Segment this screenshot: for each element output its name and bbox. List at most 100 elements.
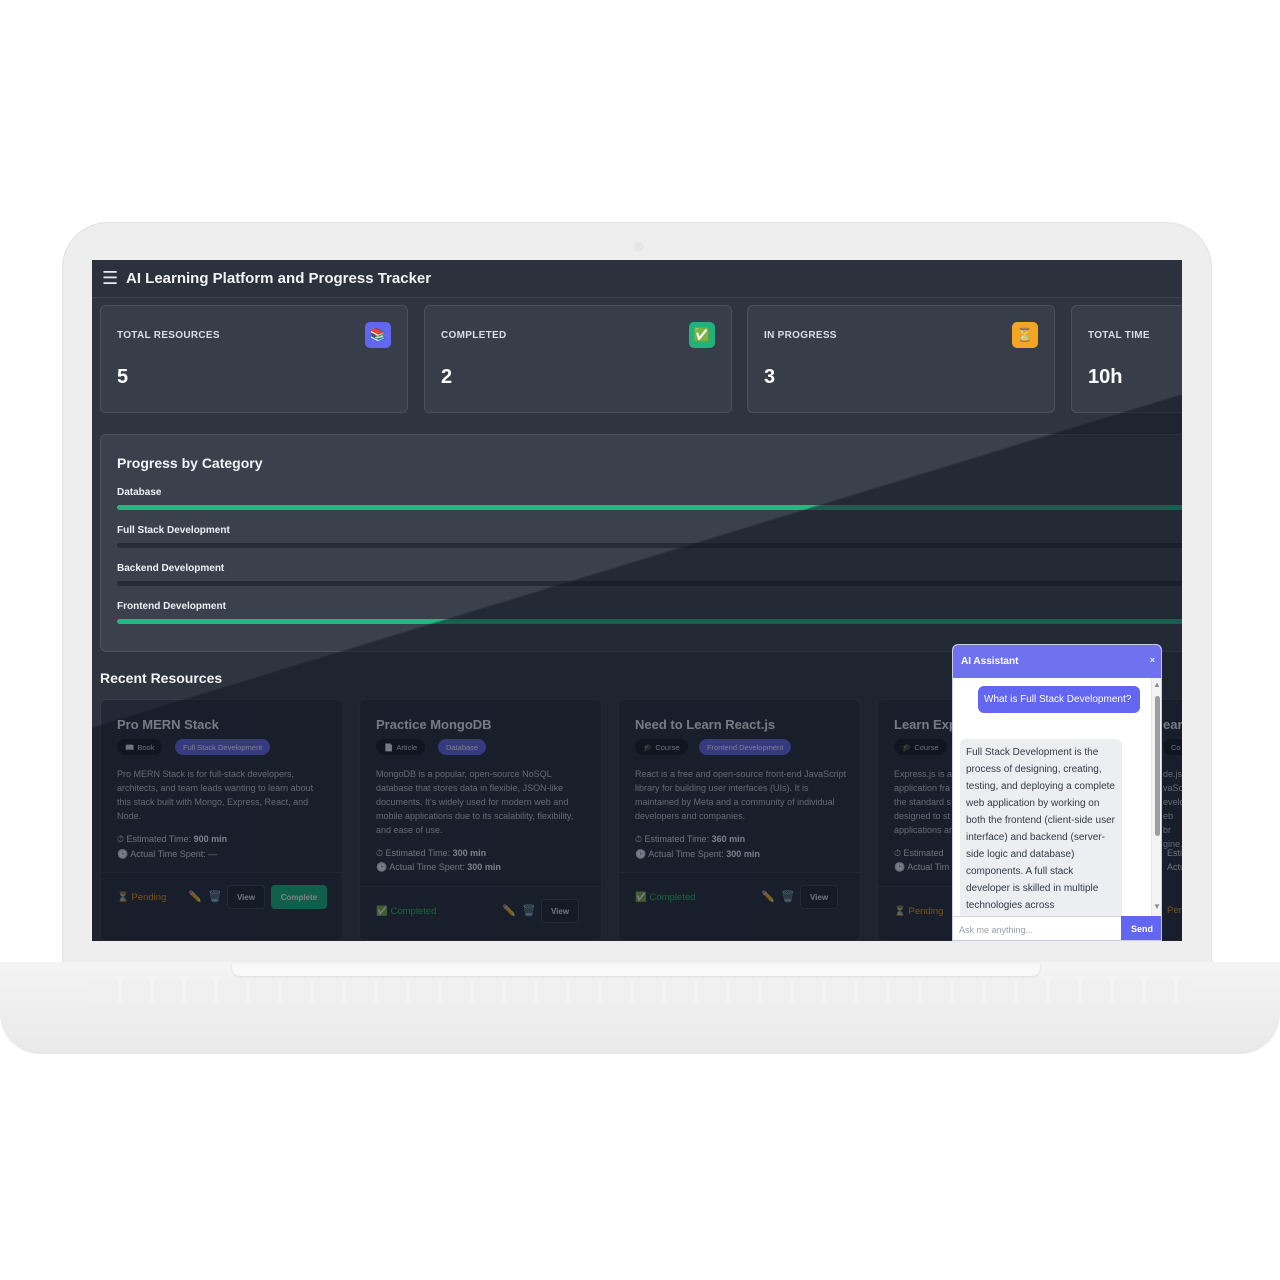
type-tag-label: Course — [655, 742, 680, 752]
app-title: AI Learning Platform and Progress Tracke… — [126, 270, 432, 287]
assistant-header: AI Assistant × — [953, 645, 1161, 678]
clock-icon: 🕒 — [117, 849, 129, 859]
assistant-input[interactable] — [953, 916, 1121, 940]
stat-value: 2 — [441, 366, 453, 388]
edit-icon[interactable]: ✏️ — [761, 890, 775, 903]
status-badge: Per — [1167, 905, 1182, 916]
category-label-backend: Backend Development — [117, 563, 225, 574]
delete-icon[interactable]: 🗑️ — [781, 890, 795, 903]
graduation-cap-icon: 🎓 — [643, 742, 653, 752]
card-description: de.js vaScri evelo eb br gine. — [1163, 769, 1182, 849]
meta-value: 360 min — [711, 834, 746, 844]
assistant-message: Full Stack Development is the process of… — [960, 739, 1122, 916]
view-button[interactable]: View — [541, 899, 579, 923]
status-label: Pending — [908, 906, 944, 917]
stat-card-in-progress: IN PROGRESS ⏳ 3 — [747, 305, 1055, 413]
meta-label: Actual Time Spent: — [130, 849, 206, 859]
ai-assistant-panel: AI Assistant × What is Full Stack Develo… — [952, 644, 1162, 941]
meta-value: 300 min — [726, 849, 760, 859]
type-tag: 🎓 Course — [635, 739, 688, 755]
stat-label: COMPLETED — [441, 330, 507, 341]
scroll-thumb[interactable] — [1155, 696, 1160, 836]
check-icon: ✅ — [376, 906, 388, 917]
category-label-frontend: Frontend Development — [117, 601, 226, 612]
laptop-hinge — [232, 964, 1040, 976]
check-icon: ✅ — [635, 892, 647, 903]
type-tag: Co — [1163, 739, 1182, 755]
card-description: Express.js is a application fra the stan… — [894, 769, 953, 835]
status-badge: ⏳ Pending — [117, 892, 166, 903]
book-icon: 📖 — [125, 742, 135, 752]
type-tag-label: Article — [396, 742, 418, 752]
complete-button[interactable]: Complete — [271, 885, 327, 909]
stat-label: IN PROGRESS — [764, 330, 837, 341]
status-label: Pending — [131, 892, 167, 903]
stopwatch-icon: ⏱ — [635, 834, 643, 844]
status-badge: ⏳ Pending — [894, 906, 943, 917]
hourglass-icon: ⏳ — [1012, 322, 1038, 348]
resource-card: Practice MongoDB 📄 Article Database Mongo… — [359, 699, 602, 941]
scroll-up-icon[interactable]: ▲ — [1153, 680, 1161, 689]
books-icon: 📚 — [365, 322, 391, 348]
edit-icon[interactable]: ✏️ — [188, 890, 202, 903]
document-icon: 📄 — [384, 742, 394, 752]
type-tag-label: Course — [914, 742, 939, 752]
assistant-title: AI Assistant — [961, 656, 1019, 667]
delete-icon[interactable]: 🗑️ — [522, 904, 536, 917]
messages-scrollbar[interactable]: ▲ ▼ — [1151, 678, 1161, 916]
panel-title: Progress by Category — [117, 455, 263, 471]
clock-icon: 🕒 — [894, 862, 906, 872]
stat-card-completed: COMPLETED ✅ 2 — [424, 305, 732, 413]
hamburger-icon[interactable]: ☰ — [102, 268, 124, 289]
delete-icon[interactable]: 🗑️ — [208, 890, 222, 903]
type-tag: 📖 Book — [117, 739, 163, 755]
category-fill — [117, 505, 1182, 510]
category-tag: Full Stack Development — [175, 739, 271, 755]
recent-resources-title: Recent Resources — [100, 670, 223, 686]
view-button[interactable]: View — [227, 885, 265, 909]
meta-label: Estimated Time: — [644, 834, 710, 844]
card-description: MongoDB is a popular, open-source NoSQL … — [376, 769, 574, 835]
resource-card: Pro MERN Stack 📖 Book Full Stack Developm… — [100, 699, 343, 941]
actual-time: 🕒 Actual Time Spent: 300 min — [635, 849, 760, 860]
stopwatch-icon: ⏱ — [894, 848, 902, 858]
status-label: Completed — [649, 892, 696, 903]
actual-time: 🕒 Actual Time Spent: 300 min — [376, 862, 501, 873]
stat-label: TOTAL TIME — [1088, 330, 1150, 341]
scroll-down-icon[interactable]: ▼ — [1153, 902, 1161, 911]
estimated-time: Esti — [1167, 848, 1182, 858]
meta-label: Actual Time Spent: — [389, 862, 465, 872]
category-track-backend — [117, 581, 1182, 586]
graduation-cap-icon: 🎓 — [902, 742, 912, 752]
meta-value: 900 min — [193, 834, 228, 844]
category-label-full-stack: Full Stack Development — [117, 525, 230, 536]
top-bar: ☰ AI Learning Platform and Progress Trac… — [92, 260, 1182, 298]
close-icon[interactable]: × — [1150, 655, 1155, 665]
status-badge: ✅ Completed — [376, 906, 436, 917]
meta-value: 300 min — [452, 848, 487, 858]
meta-label: Estimated Time: — [385, 848, 451, 858]
type-tag: 📄 Article — [376, 739, 426, 755]
actual-time: 🕒 Actual Time Spent: — — [117, 849, 217, 860]
actual-time: 🕒 Actual Tim — [894, 862, 949, 873]
category-track-frontend — [117, 619, 1182, 624]
meta-label: Estimated — [903, 848, 944, 858]
meta-value: — — [208, 849, 218, 859]
hourglass-icon: ⏳ — [117, 892, 129, 903]
type-tag: 🎓 Course — [894, 739, 947, 755]
stat-card-total-resources: TOTAL RESOURCES 📚 5 — [100, 305, 408, 413]
stopwatch-icon: ⏱ — [376, 848, 384, 858]
resource-card: Need to Learn React.js 🎓 Course Frontend … — [618, 699, 861, 941]
meta-value: 300 min — [467, 862, 501, 872]
estimated-time: ⏱ Estimated Time: 360 min — [635, 834, 745, 845]
edit-icon[interactable]: ✏️ — [502, 904, 516, 917]
card-title: Pro MERN Stack — [117, 717, 219, 732]
category-tag: Database — [438, 739, 487, 755]
send-button[interactable]: Send — [1121, 916, 1161, 940]
meta-label: Actual Tim — [907, 862, 950, 872]
card-footer: ⏳ Pending ✏️ 🗑️ View Complete — [101, 872, 342, 940]
category-fill — [117, 619, 1182, 624]
status-label: Completed — [390, 906, 437, 917]
view-button[interactable]: View — [800, 885, 838, 909]
stat-label: TOTAL RESOURCES — [117, 330, 220, 341]
